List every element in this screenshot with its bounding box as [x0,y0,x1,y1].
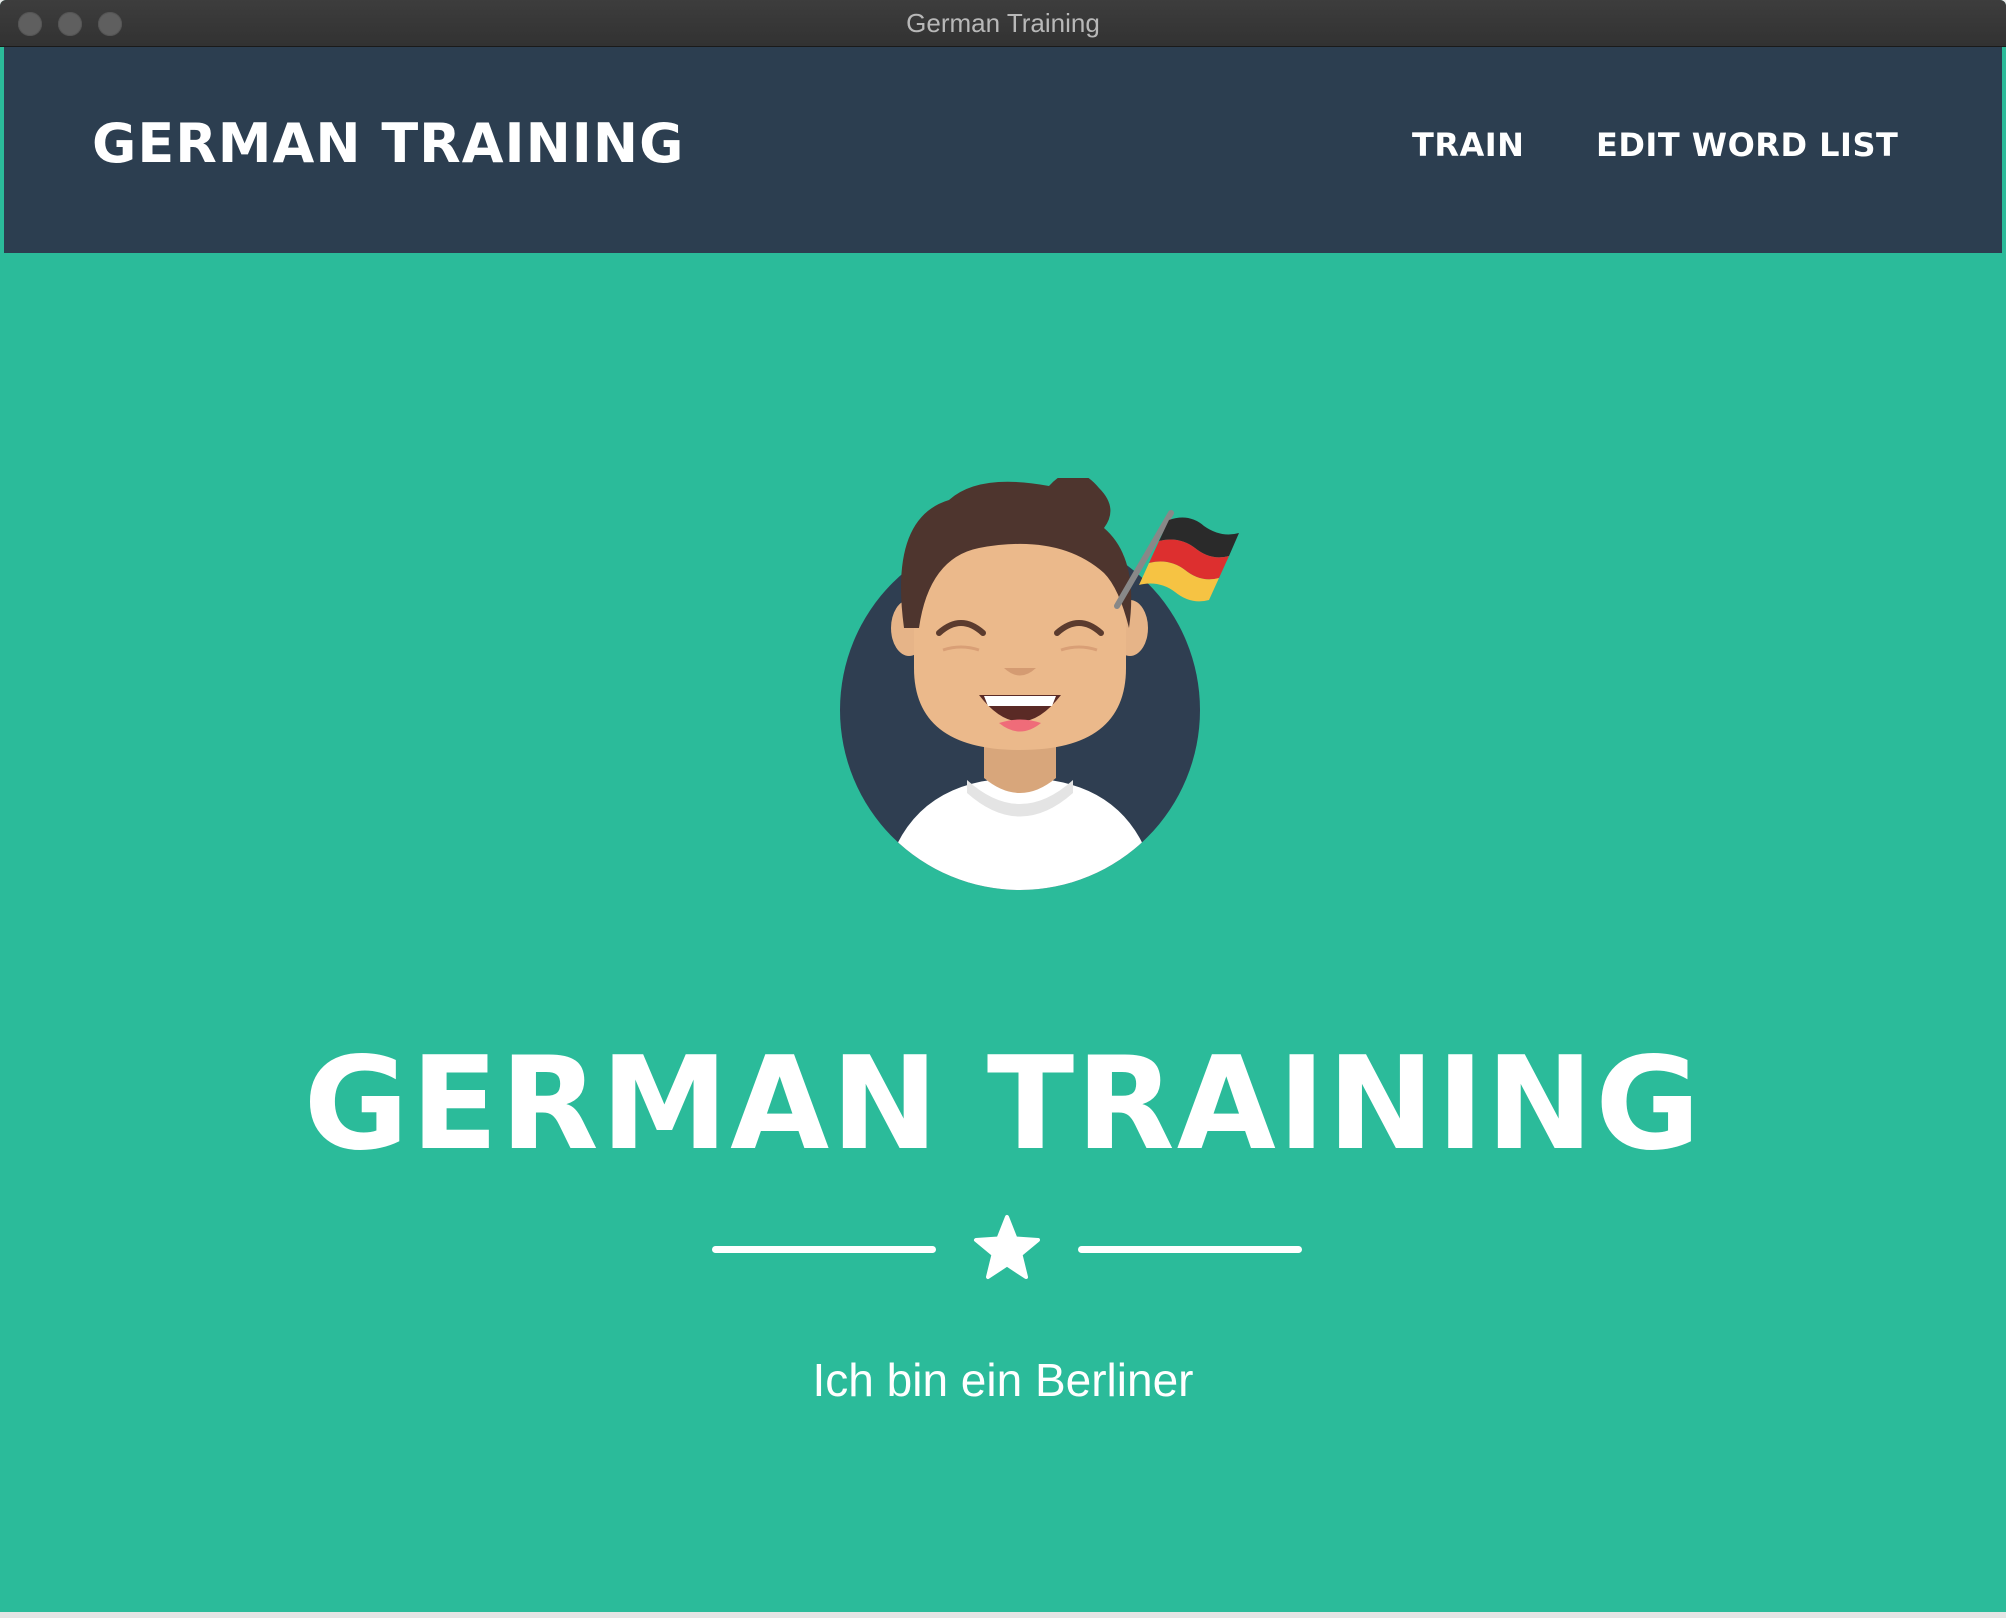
divider-line-left [712,1246,936,1253]
smiling-man-with-german-flag-icon [840,478,1239,890]
divider-line-right [1078,1246,1302,1253]
hero-title: GERMAN TRAINING [303,1030,1703,1179]
window-bottom-edge [0,1612,2006,1618]
window-title: German Training [906,8,1100,38]
hero-subtitle: Ich bin ein Berliner [812,1354,1194,1406]
masthead: GERMAN TRAINING Ich bin ein Berliner [4,253,2002,1612]
star-icon [974,1215,1040,1279]
star-divider [712,1213,1302,1283]
nav-link-edit-word-list[interactable]: EDIT WORD LIST [1596,129,1898,161]
window-titlebar[interactable]: German Training [0,0,2006,47]
app-window: German Training GERMAN TRAINING TRAIN ED… [0,0,2006,1612]
brand-link[interactable]: GERMAN TRAINING [92,117,684,171]
nav-link-train[interactable]: TRAIN [1412,129,1524,161]
top-navbar: GERMAN TRAINING TRAIN EDIT WORD LIST [4,47,2002,253]
